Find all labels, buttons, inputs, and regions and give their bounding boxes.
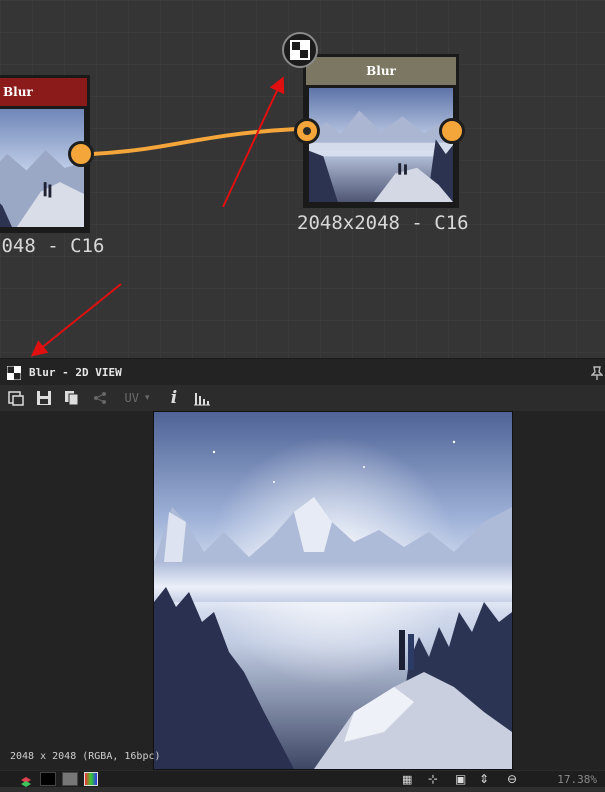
view-toolbar: UV ▾ i xyxy=(0,385,605,412)
pin-icon[interactable] xyxy=(590,365,604,384)
node-title: Blur xyxy=(306,57,456,85)
grid-icon[interactable]: ▦ xyxy=(402,773,412,786)
color-swatch[interactable] xyxy=(84,772,98,786)
image-info: 2048 x 2048 (RGBA, 16bpc) xyxy=(10,751,161,762)
black-swatch[interactable] xyxy=(40,772,56,786)
chevron-down-icon: ▾ xyxy=(144,393,150,403)
channels-icon[interactable] xyxy=(90,388,110,408)
node-thumbnail xyxy=(0,109,84,227)
preview-image[interactable] xyxy=(153,411,513,770)
2d-view-icon xyxy=(7,365,21,380)
zoom-level[interactable]: 17.38% xyxy=(557,773,597,786)
copy-icon[interactable] xyxy=(62,388,82,408)
output-port-left[interactable] xyxy=(68,141,94,167)
input-port-right[interactable] xyxy=(294,118,320,144)
axis-icon[interactable]: ⊹ xyxy=(428,772,438,786)
node-title: Blur xyxy=(0,78,87,106)
window-icon[interactable] xyxy=(6,388,26,408)
layers-icon[interactable] xyxy=(20,773,32,787)
node-graph-canvas[interactable]: Blur 2048 - C16 Blur 2048x2048 - C16 xyxy=(0,0,605,358)
checker-swatch[interactable] xyxy=(62,772,78,786)
histogram-icon[interactable] xyxy=(192,388,212,408)
save-icon[interactable] xyxy=(34,388,54,408)
panel-title: Blur - 2D VIEW xyxy=(29,365,122,379)
frame-icon[interactable]: ▣ xyxy=(455,772,466,786)
view-bottom-bar: ▦ ⊹ ▣ ⇕ ⊖ 17.38% xyxy=(0,771,605,787)
fit-icon[interactable]: ⇕ xyxy=(479,772,489,786)
node-resolution-right: 2048x2048 - C16 xyxy=(297,212,469,234)
uv-label: UV xyxy=(124,391,139,405)
info-icon[interactable]: i xyxy=(164,388,184,408)
output-port-right[interactable] xyxy=(439,118,465,144)
2d-view-toggle-icon[interactable] xyxy=(282,32,318,68)
zoom-out-icon[interactable]: ⊖ xyxy=(507,772,517,786)
node-resolution-left: 2048 - C16 xyxy=(0,235,105,257)
node-thumbnail xyxy=(309,88,453,202)
panel-header: Blur - 2D VIEW xyxy=(0,359,605,385)
blur-node-right[interactable]: Blur xyxy=(303,54,459,208)
2d-view-panel: Blur - 2D VIEW UV ▾ i 2048 x 2048 (RGBA,… xyxy=(0,358,605,787)
image-viewport[interactable]: 2048 x 2048 (RGBA, 16bpc) xyxy=(0,411,605,770)
uv-dropdown[interactable]: UV ▾ xyxy=(118,388,156,408)
